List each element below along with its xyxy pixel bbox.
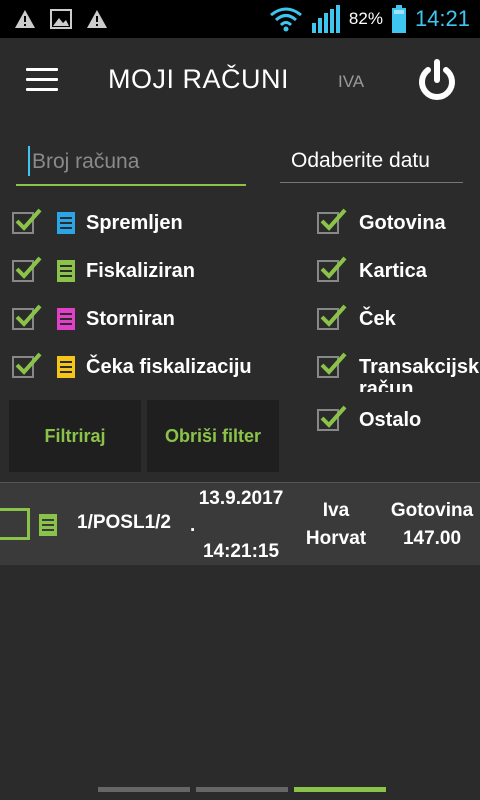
check-icon (320, 208, 347, 231)
payment-label: Ček (359, 307, 396, 330)
check-icon (15, 208, 42, 231)
receipt-number: 1/POSL1/2 (77, 512, 171, 533)
battery-icon (391, 5, 406, 33)
payment-label: Gotovina (359, 211, 446, 234)
power-icon[interactable] (414, 58, 460, 104)
receipt-green-icon (39, 514, 57, 536)
checkbox[interactable] (317, 352, 347, 378)
warning-icon (15, 10, 35, 28)
receipt-amount: 147.00 (402, 528, 462, 549)
status-filter-fiskaliziran[interactable]: Fiskaliziran (12, 251, 195, 291)
battery-percent: 82% (348, 9, 383, 28)
payment-label: Transakcijski račun (359, 356, 479, 392)
check-icon (320, 352, 347, 375)
page-dot-active (294, 787, 386, 792)
date-picker[interactable]: Odaberite datu (280, 140, 463, 183)
check-icon (320, 304, 347, 327)
receipt-blue-icon (57, 212, 75, 234)
status-label: Fiskaliziran (86, 259, 195, 282)
wifi-icon (269, 7, 302, 32)
receipt-number-input[interactable] (30, 144, 234, 180)
page-dot (98, 787, 190, 792)
status-bar: 82% 14:21 (0, 0, 480, 38)
receipt-yellow-icon (57, 356, 75, 378)
page-dot (196, 787, 288, 792)
receipt-operator-first: Iva (322, 500, 350, 521)
receipt-row[interactable]: 1/POSL1/2 13.9.2017 . 14:21:15 Iva Horva… (0, 482, 480, 565)
check-icon (320, 256, 347, 279)
status-filter-storniran[interactable]: Storniran (12, 299, 175, 339)
status-filter-ceka-fiskalizaciju[interactable]: Čeka fiskalizaciju (12, 347, 252, 387)
checkbox[interactable] (317, 304, 347, 330)
check-icon (15, 304, 42, 327)
checkbox[interactable] (317, 405, 347, 431)
receipt-time: 14:21:15 (202, 541, 280, 562)
receipt-operator-last: Horvat (305, 528, 367, 549)
checkbox[interactable] (317, 208, 347, 234)
menu-icon[interactable] (26, 68, 58, 92)
receipt-payment-type: Gotovina (390, 500, 474, 521)
warning-icon (87, 10, 107, 28)
payment-label: Ostalo (359, 408, 422, 431)
search-field[interactable] (16, 140, 246, 186)
filter-button[interactable]: Filtriraj (9, 400, 141, 472)
status-label: Čeka fiskalizaciju (86, 355, 252, 378)
row-select-checkbox[interactable] (0, 508, 30, 540)
clock: 14:21 (414, 6, 470, 31)
check-icon (320, 405, 347, 428)
image-icon (50, 9, 72, 29)
checkbox[interactable] (317, 256, 347, 282)
check-icon (15, 256, 42, 279)
receipt-green-icon (57, 260, 75, 282)
check-icon (15, 352, 42, 375)
receipt-magenta-icon (57, 308, 75, 330)
signal-icon (311, 5, 340, 33)
status-label: Storniran (86, 307, 175, 330)
checkbox[interactable] (12, 256, 42, 282)
payment-filter-ostalo[interactable]: Ostalo (317, 400, 421, 440)
page-indicator (98, 787, 386, 792)
payment-filter-gotovina[interactable]: Gotovina (317, 203, 446, 243)
clear-filter-button[interactable]: Obriši filter (147, 400, 279, 472)
date-picker-label: Odaberite datu (291, 149, 430, 172)
receipt-date: 13.9.2017 (198, 488, 284, 509)
checkbox[interactable] (12, 208, 42, 234)
payment-filter-cek[interactable]: Ček (317, 299, 396, 339)
payment-filter-kartica[interactable]: Kartica (317, 251, 427, 291)
status-label: Spremljen (86, 211, 183, 234)
status-filter-spremljen[interactable]: Spremljen (12, 203, 183, 243)
checkbox[interactable] (12, 352, 42, 378)
app-header: MOJI RAČUNI IVA (0, 38, 480, 124)
checkbox[interactable] (12, 304, 42, 330)
page-title: MOJI RAČUNI (108, 64, 289, 94)
receipt-date-separator: . (190, 515, 196, 536)
payment-filter-transakcijski[interactable]: Transakcijski račun (317, 347, 479, 393)
user-initials: IVA (338, 72, 365, 91)
payment-label: Kartica (359, 259, 427, 282)
